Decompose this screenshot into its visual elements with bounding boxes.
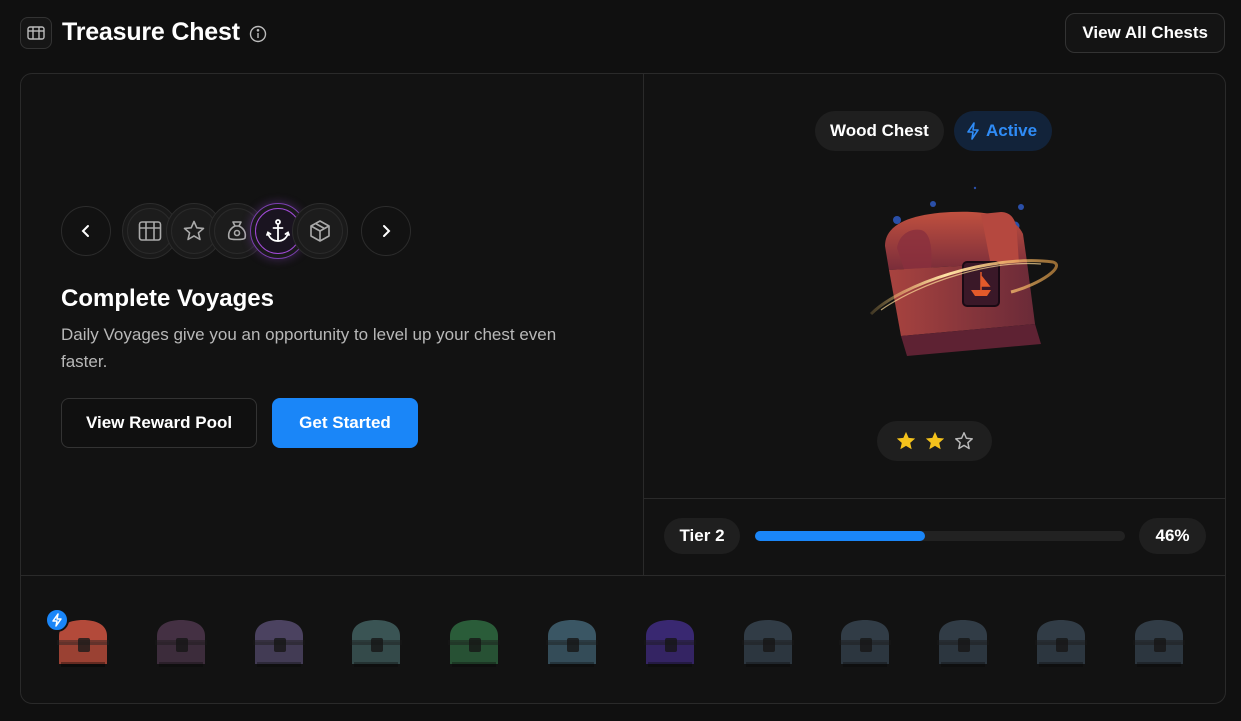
chest-icon [741,620,794,667]
anchor-icon [266,219,290,242]
chest-tier-item[interactable] [638,614,702,670]
wood-chest-image [869,186,1058,356]
chest-tier-item[interactable] [1127,614,1191,670]
status-label: Active [986,121,1038,140]
view-all-chests-button[interactable]: View All Chests [1065,13,1225,53]
chest-tier-item[interactable] [45,608,115,670]
view-reward-pool-button[interactable]: View Reward Pool [61,398,257,448]
chest-tier-item[interactable] [247,614,311,670]
chest-icon [20,17,52,49]
category-cube[interactable] [292,203,348,259]
chest-tier-item[interactable] [149,614,213,670]
chest-icon [643,620,696,667]
chest-tier-item[interactable] [736,614,800,670]
lightning-icon [967,122,979,140]
star-filled-icon [896,431,915,450]
chest-icon [1035,620,1087,667]
next-button[interactable] [361,206,411,256]
star-filled-icon [925,431,944,450]
chest-tier-item[interactable] [931,614,995,670]
chest-icon [138,221,162,241]
voyages-description: Daily Voyages give you an opportunity to… [61,325,557,371]
divider [644,498,1225,499]
treasure-chest-panel: Complete Voyages Daily Voyages give you … [20,73,1226,704]
chest-icon [252,620,305,667]
prev-button[interactable] [61,206,111,256]
active-chest-badge [45,608,69,632]
chest-icon [937,620,990,667]
chest-tier-item[interactable] [442,614,506,670]
chest-icon [1132,620,1185,667]
divider [643,74,644,575]
lightning-icon [52,613,62,627]
chest-icon [448,620,501,667]
chest-tier-list [21,576,1225,703]
chest-tier-item[interactable] [833,614,897,670]
voyages-title: Complete Voyages [61,285,274,312]
chest-icon [546,620,598,667]
chest-icon [839,620,892,667]
bag-icon [227,221,247,241]
chest-icon [350,620,403,667]
chest-icon [154,620,207,667]
progress-fill [755,531,926,541]
chest-name-badge: Wood Chest [815,111,944,151]
star-icon [183,220,205,241]
tier-badge: Tier 2 [664,518,740,554]
star-rating [877,421,992,461]
cube-icon [310,220,330,242]
page-header: Treasure Chest View All Chests [20,13,1225,54]
chest-tier-item[interactable] [344,614,408,670]
info-icon[interactable] [248,24,268,44]
chest-tier-item[interactable] [540,614,604,670]
chest-tier-item[interactable] [1029,614,1093,670]
progress-percent: 46% [1139,518,1206,554]
page-title: Treasure Chest [62,18,240,46]
get-started-button[interactable]: Get Started [272,398,418,448]
tier-progress-bar [755,531,1125,541]
status-badge: Active [954,111,1053,151]
star-empty-icon [954,432,973,450]
